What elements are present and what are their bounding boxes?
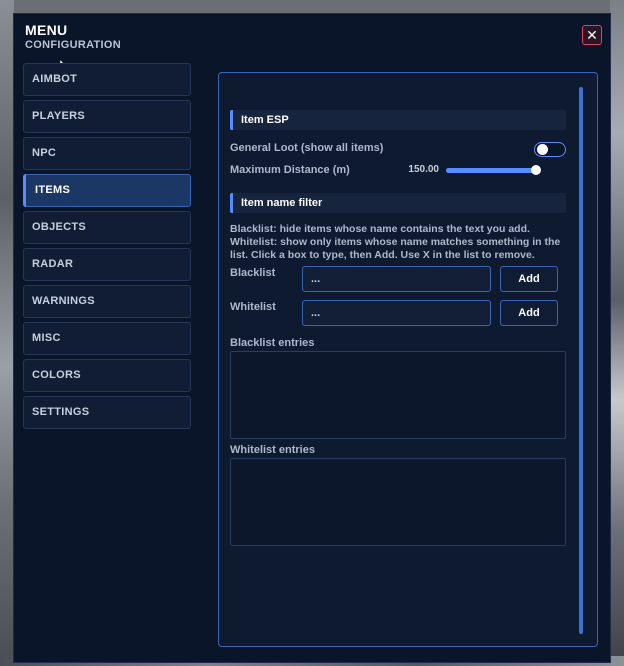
blacklist-add-button[interactable]: Add — [500, 266, 558, 292]
items-settings-panel: Item ESP General Loot (show all items) M… — [218, 72, 598, 647]
whitelist-input[interactable]: ... — [302, 300, 491, 326]
sidebar-item-label: SETTINGS — [32, 406, 90, 418]
sidebar-item-label: WARNINGS — [32, 295, 95, 307]
sidebar-item-label: PLAYERS — [32, 110, 86, 122]
sidebar-item-colors[interactable]: COLORS — [23, 359, 191, 392]
sidebar-item-label: COLORS — [32, 369, 81, 381]
whitelist-add-button[interactable]: Add — [500, 300, 558, 326]
close-button[interactable]: ✕ — [582, 25, 602, 45]
toggle-knob — [537, 144, 548, 155]
menu-title: MENU — [25, 22, 68, 38]
blacklist-input[interactable]: ... — [302, 266, 491, 292]
sidebar-item-items[interactable]: ITEMS — [23, 174, 191, 207]
blacklist-entries-list[interactable] — [230, 351, 566, 439]
item-name-filter-heading: Item name filter — [230, 193, 566, 213]
max-distance-value: 150.00 — [408, 164, 439, 175]
sidebar-item-label: OBJECTS — [32, 221, 87, 233]
sidebar-item-label: MISC — [32, 332, 61, 344]
sidebar-item-players[interactable]: PLAYERS — [23, 100, 191, 133]
background-left — [0, 0, 14, 666]
menu-subtitle: CONFIGURATION — [25, 39, 121, 51]
sidebar-item-label: RADAR — [32, 258, 74, 270]
panel-scrollbar[interactable] — [579, 87, 583, 634]
menu-window: MENU CONFIGURATION ✕ AIMBOT PLAYERS NPC … — [13, 13, 611, 663]
general-loot-label: General Loot (show all items) — [230, 142, 384, 154]
max-distance-slider[interactable] — [446, 165, 542, 175]
close-icon: ✕ — [586, 27, 598, 43]
whitelist-label: Whitelist — [230, 301, 276, 313]
sidebar-item-label: ITEMS — [35, 184, 71, 196]
sidebar-item-npc[interactable]: NPC — [23, 137, 191, 170]
sidebar-item-label: AIMBOT — [32, 73, 78, 85]
sidebar-item-radar[interactable]: RADAR — [23, 248, 191, 281]
sidebar-item-label: NPC — [32, 147, 57, 159]
whitelist-entries-label: Whitelist entries — [230, 444, 315, 456]
slider-fill — [446, 168, 537, 173]
sidebar-item-aimbot[interactable]: AIMBOT — [23, 63, 191, 96]
whitelist-entries-list[interactable] — [230, 458, 566, 546]
background-right — [610, 0, 624, 666]
blacklist-label: Blacklist — [230, 267, 276, 279]
sidebar-item-settings[interactable]: SETTINGS — [23, 396, 191, 429]
sidebar-item-misc[interactable]: MISC — [23, 322, 191, 355]
sidebar-item-objects[interactable]: OBJECTS — [23, 211, 191, 244]
max-distance-label: Maximum Distance (m) — [230, 164, 350, 176]
general-loot-toggle[interactable] — [534, 142, 566, 157]
slider-thumb[interactable] — [531, 165, 542, 175]
item-esp-heading: Item ESP — [230, 110, 566, 130]
sidebar-item-warnings[interactable]: WARNINGS — [23, 285, 191, 318]
filter-help-text: Blacklist: hide items whose name contain… — [230, 223, 561, 261]
blacklist-entries-label: Blacklist entries — [230, 337, 315, 349]
